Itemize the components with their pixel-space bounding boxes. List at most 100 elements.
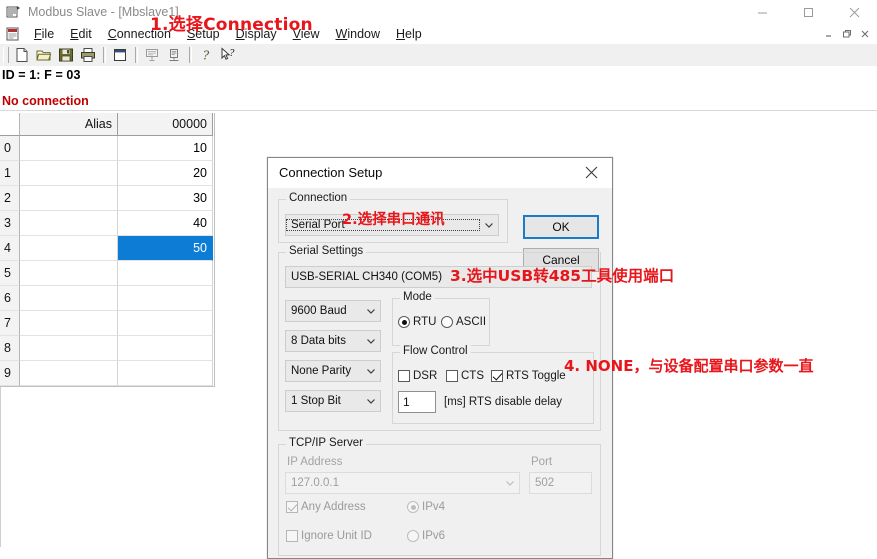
document-icon	[5, 26, 21, 42]
menu-window[interactable]: Window	[328, 24, 388, 44]
menu-file[interactable]: File	[26, 24, 62, 44]
row-value-selected[interactable]: 50	[118, 236, 213, 261]
rts-toggle-checkbox[interactable]: RTS Toggle	[491, 370, 566, 382]
rts-disable-delay-input[interactable]: 1	[398, 391, 436, 413]
minimize-button[interactable]	[739, 0, 785, 24]
row-value[interactable]	[118, 311, 213, 336]
row-index: 4	[0, 236, 20, 261]
parity-value: None Parity	[286, 365, 362, 377]
serial-settings-group-label: Serial Settings	[286, 245, 366, 257]
row-index: 6	[0, 286, 20, 311]
chevron-down-icon[interactable]	[362, 391, 380, 411]
mdi-close-button[interactable]	[857, 26, 873, 42]
menu-bar: File Edit Connection Setup Display View …	[0, 24, 877, 44]
menu-file-label: ile	[42, 27, 55, 41]
header-alias[interactable]: Alias	[20, 113, 118, 136]
data-bits-select[interactable]: 8 Data bits	[285, 330, 381, 352]
ip-address-value: 127.0.0.1	[286, 477, 501, 489]
row-alias[interactable]	[20, 361, 118, 386]
row-index: 0	[0, 136, 20, 161]
row-alias[interactable]	[20, 286, 118, 311]
chevron-down-icon[interactable]	[362, 331, 380, 351]
mode-ascii-radio[interactable]: ASCII	[441, 316, 486, 328]
row-value[interactable]	[118, 286, 213, 311]
ipv4-label: IPv4	[422, 501, 445, 513]
parity-select[interactable]: None Parity	[285, 360, 381, 382]
ok-button-label: OK	[552, 220, 569, 234]
row-alias[interactable]	[20, 236, 118, 261]
chevron-down-icon[interactable]	[362, 301, 380, 321]
form-gray-icon[interactable]	[141, 45, 163, 65]
stop-bits-value: 1 Stop Bit	[286, 395, 362, 407]
row-alias[interactable]	[20, 336, 118, 361]
svg-text:?: ?	[203, 49, 210, 63]
status-separator	[0, 110, 877, 111]
window-icon[interactable]	[109, 45, 131, 65]
stop-bits-select[interactable]: 1 Stop Bit	[285, 390, 381, 412]
header-value[interactable]: 00000	[118, 113, 213, 136]
mode-rtu-label: RTU	[413, 316, 436, 328]
row-index: 9	[0, 361, 20, 386]
table-row: 0 10	[0, 136, 214, 161]
radio-off-icon	[441, 316, 453, 328]
ip-address-select[interactable]: 127.0.0.1	[285, 472, 520, 494]
print-icon[interactable]	[77, 45, 99, 65]
row-value[interactable]	[118, 336, 213, 361]
ok-button[interactable]: OK	[523, 215, 599, 239]
menu-edit[interactable]: Edit	[62, 24, 100, 44]
ipv6-radio[interactable]: IPv6	[407, 530, 445, 542]
save-disk-icon[interactable]	[55, 45, 77, 65]
row-alias[interactable]	[20, 136, 118, 161]
row-alias[interactable]	[20, 186, 118, 211]
toolbar-grip[interactable]	[3, 47, 9, 63]
dialog-title-bar: Connection Setup	[268, 158, 612, 188]
row-index: 7	[0, 311, 20, 336]
dsr-checkbox[interactable]: DSR	[398, 370, 437, 382]
table-row: 5	[0, 261, 214, 286]
ipv6-label: IPv6	[422, 530, 445, 542]
mdi-minimize-button[interactable]	[821, 26, 837, 42]
tcpip-server-group-label: TCP/IP Server	[286, 437, 366, 449]
row-index: 1	[0, 161, 20, 186]
new-file-icon[interactable]	[11, 45, 33, 65]
row-alias[interactable]	[20, 261, 118, 286]
chevron-down-icon[interactable]	[480, 215, 498, 235]
chevron-down-icon[interactable]	[362, 361, 380, 381]
cts-checkbox[interactable]: CTS	[446, 370, 484, 382]
mdi-restore-button[interactable]	[839, 26, 855, 42]
row-alias[interactable]	[20, 161, 118, 186]
checkbox-checked-icon	[491, 370, 503, 382]
chevron-down-icon[interactable]	[501, 473, 519, 493]
row-value[interactable]	[118, 361, 213, 386]
row-value[interactable]: 10	[118, 136, 213, 161]
maximize-button[interactable]	[785, 0, 831, 24]
ignore-unit-id-checkbox[interactable]: Ignore Unit ID	[286, 530, 372, 542]
title-bar: Modbus Slave - [Mbslave1]	[0, 0, 877, 24]
row-value[interactable]	[118, 261, 213, 286]
annotation-step-3: 3.选中USB转485工具使用端口	[450, 264, 674, 286]
radio-on-icon	[398, 316, 410, 328]
row-alias[interactable]	[20, 311, 118, 336]
row-index: 2	[0, 186, 20, 211]
close-button[interactable]	[831, 0, 877, 24]
row-alias[interactable]	[20, 211, 118, 236]
mode-rtu-radio[interactable]: RTU	[398, 316, 436, 328]
toolbar-empty-area	[239, 44, 877, 66]
device-gray-icon[interactable]	[163, 45, 185, 65]
flow-control-group-label: Flow Control	[400, 345, 471, 357]
row-value[interactable]: 40	[118, 211, 213, 236]
port-input[interactable]: 502	[529, 472, 592, 494]
row-value[interactable]: 20	[118, 161, 213, 186]
table-row: 1 20	[0, 161, 214, 186]
menu-help[interactable]: Help	[388, 24, 430, 44]
dialog-close-button[interactable]	[570, 158, 612, 187]
port-label: Port	[531, 456, 552, 468]
whats-this-icon[interactable]: ?	[217, 45, 239, 65]
ipv4-radio[interactable]: IPv4	[407, 501, 445, 513]
help-question-icon[interactable]: ?	[195, 45, 217, 65]
row-value[interactable]: 30	[118, 186, 213, 211]
toolbar-separator-1	[103, 47, 105, 63]
open-folder-icon[interactable]	[33, 45, 55, 65]
baud-rate-select[interactable]: 9600 Baud	[285, 300, 381, 322]
any-address-checkbox[interactable]: Any Address	[286, 501, 366, 513]
